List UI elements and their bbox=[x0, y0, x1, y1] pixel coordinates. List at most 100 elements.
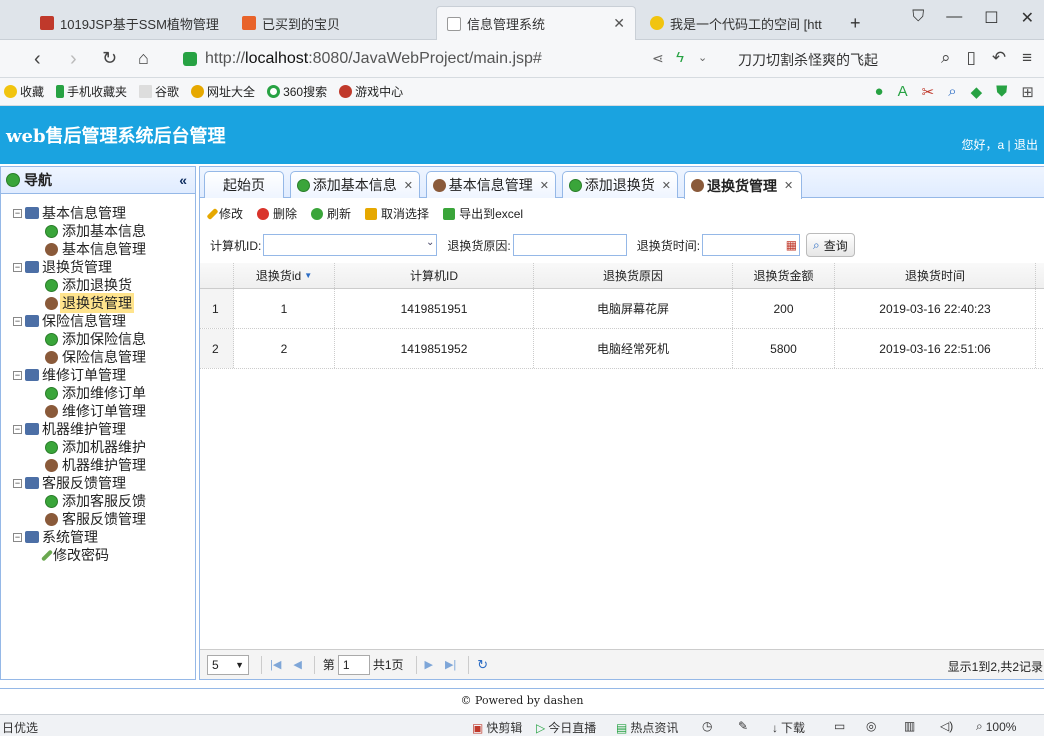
close-window-icon[interactable]: ✕ bbox=[1021, 8, 1034, 28]
sidebar-group[interactable]: − 客服反馈管理 bbox=[1, 474, 195, 492]
sidebar-item[interactable]: 保险信息管理 bbox=[1, 348, 195, 366]
sidebar-item[interactable]: 添加基本信息 bbox=[1, 222, 195, 240]
column-header-amount[interactable]: 退换货金额 bbox=[733, 263, 835, 288]
prev-page-icon[interactable]: ◀ bbox=[293, 658, 301, 671]
column-header-computer-id[interactable]: 计算机ID bbox=[335, 263, 534, 288]
window-icon[interactable]: ▭ bbox=[834, 719, 845, 733]
sidebar-item[interactable]: 添加客服反馈 bbox=[1, 492, 195, 510]
sidebar-group[interactable]: − 保险信息管理 bbox=[1, 312, 195, 330]
status-clip[interactable]: ▣ 快剪辑 bbox=[472, 719, 522, 736]
sidebar-group[interactable]: − 维修订单管理 bbox=[1, 366, 195, 384]
edit-button[interactable]: 修改 bbox=[206, 205, 243, 222]
maximize-icon[interactable]: ☐ bbox=[984, 8, 998, 28]
sidebar-item[interactable]: 维修订单管理 bbox=[1, 402, 195, 420]
chevron-down-icon[interactable]: ⌄ bbox=[698, 51, 707, 64]
magnifier-icon[interactable]: ⌕ bbox=[948, 83, 956, 101]
computer-id-select[interactable]: ⌄ bbox=[263, 234, 438, 256]
sidebar-item[interactable]: 添加维修订单 bbox=[1, 384, 195, 402]
collapse-icon[interactable]: « bbox=[179, 172, 187, 188]
logout-link[interactable]: 退出 bbox=[1014, 138, 1038, 152]
clock-icon[interactable]: ◷ bbox=[702, 719, 712, 733]
sidebar-item[interactable]: 修改密码 bbox=[1, 546, 195, 564]
status-left[interactable]: 日优选 bbox=[2, 719, 38, 736]
delete-button[interactable]: 删除 bbox=[257, 205, 297, 222]
sidebar-item[interactable]: 客服反馈管理 bbox=[1, 510, 195, 528]
next-page-icon[interactable]: ▶ bbox=[425, 658, 433, 671]
tab-home[interactable]: 起始页 bbox=[204, 171, 284, 198]
translate-icon[interactable]: A bbox=[898, 83, 908, 101]
bookmark-mobile[interactable]: 手机收藏夹 bbox=[56, 83, 127, 100]
sidebar-item[interactable]: 机器维护管理 bbox=[1, 456, 195, 474]
undo-icon[interactable]: ↶ bbox=[992, 48, 1006, 68]
volume-icon[interactable]: ◁) bbox=[940, 719, 953, 733]
collapse-toggle-icon[interactable]: − bbox=[13, 316, 22, 326]
bookmark-sites[interactable]: 网址大全 bbox=[191, 83, 255, 100]
game-icon[interactable]: ◆ bbox=[971, 83, 983, 101]
page-number-input[interactable]: 1 bbox=[337, 654, 370, 675]
browser-tab-4[interactable]: 我是一个代码工的空间 [htt bbox=[640, 6, 840, 40]
extension-icon[interactable]: ● bbox=[875, 83, 884, 101]
bookmark-360search[interactable]: 360搜索 bbox=[267, 83, 327, 100]
scissors-icon[interactable]: ✂ bbox=[922, 83, 935, 101]
export-excel-button[interactable]: 导出到excel bbox=[443, 205, 523, 222]
paint-icon[interactable]: ✎ bbox=[738, 719, 748, 733]
close-icon[interactable]: ✕ bbox=[540, 179, 549, 192]
tab-add-basic-info[interactable]: 添加基本信息 ✕ bbox=[290, 171, 420, 198]
sidebar-group[interactable]: − 退换货管理 bbox=[1, 258, 195, 276]
sidebar-item[interactable]: 添加退换货 bbox=[1, 276, 195, 294]
browser-icon[interactable]: ◎ bbox=[866, 719, 876, 733]
home-icon[interactable]: ⌂ bbox=[138, 48, 149, 69]
time-input[interactable]: ▦ bbox=[702, 234, 801, 256]
close-icon[interactable]: ✕ bbox=[404, 179, 413, 192]
collapse-toggle-icon[interactable]: − bbox=[13, 424, 22, 434]
minimize-icon[interactable]: — bbox=[946, 8, 962, 28]
collapse-toggle-icon[interactable]: − bbox=[13, 262, 22, 272]
unselect-button[interactable]: 取消选择 bbox=[365, 205, 429, 222]
sidebar-item[interactable]: 退换货管理 bbox=[1, 293, 195, 313]
shirt-icon[interactable]: ⛉ bbox=[912, 8, 924, 28]
page-size-select[interactable]: 5 ▼ bbox=[207, 654, 249, 675]
back-icon[interactable]: ‹ bbox=[34, 48, 41, 71]
close-icon[interactable]: ✕ bbox=[784, 179, 793, 192]
reload-icon[interactable]: ↻ bbox=[477, 657, 488, 673]
refresh-button[interactable]: 刷新 bbox=[311, 205, 351, 222]
calendar-icon[interactable]: ▦ bbox=[786, 238, 797, 252]
tab-return-management[interactable]: 退换货管理 ✕ bbox=[684, 171, 802, 199]
collapse-toggle-icon[interactable]: − bbox=[13, 208, 22, 218]
url-field[interactable]: http://localhost:8080/JavaWebProject/mai… bbox=[183, 46, 723, 72]
collapse-toggle-icon[interactable]: − bbox=[13, 532, 22, 542]
table-row[interactable]: 1 1 1419851951 电脑屏幕花屏 200 2019-03-16 22:… bbox=[200, 289, 1044, 329]
sidebar-item[interactable]: 添加机器维护 bbox=[1, 438, 195, 456]
browser-tab-1[interactable]: 1019JSP基于SSM植物管理 bbox=[30, 6, 230, 40]
sidebar-item[interactable]: 基本信息管理 bbox=[1, 240, 195, 258]
sidebar-group[interactable]: − 基本信息管理 bbox=[1, 204, 195, 222]
column-header-time[interactable]: 退换货时间 bbox=[835, 263, 1036, 288]
share-icon[interactable]: ⋖ bbox=[652, 50, 664, 67]
status-download[interactable]: ↓ 下载 bbox=[772, 719, 805, 736]
collapse-toggle-icon[interactable]: − bbox=[13, 370, 22, 380]
search-icon[interactable]: ⌕ bbox=[941, 48, 951, 68]
reason-input[interactable] bbox=[512, 234, 627, 256]
collapse-toggle-icon[interactable]: − bbox=[13, 478, 22, 488]
forward-icon[interactable]: › bbox=[70, 48, 77, 71]
bookmark-games[interactable]: 游戏中心 bbox=[339, 83, 403, 100]
boxes-icon[interactable]: ▥ bbox=[904, 719, 915, 733]
tab-add-return[interactable]: 添加退换货 ✕ bbox=[562, 171, 678, 198]
query-button[interactable]: ⌕ 查询 bbox=[806, 233, 855, 257]
menu-icon[interactable]: ≡ bbox=[1022, 48, 1032, 68]
table-row[interactable]: 2 2 1419851952 电脑经常死机 5800 2019-03-16 22… bbox=[200, 329, 1044, 369]
bookmark-favorites[interactable]: 收藏 bbox=[4, 83, 44, 100]
tab-basic-info-management[interactable]: 基本信息管理 ✕ bbox=[426, 171, 556, 198]
status-live[interactable]: ▷ 今日直播 bbox=[536, 719, 596, 736]
status-news[interactable]: ▤ 热点资讯 bbox=[616, 719, 678, 736]
lightning-icon[interactable]: ϟ bbox=[676, 49, 684, 66]
search-suggestion[interactable]: 刀刀切割杀怪爽的飞起 bbox=[738, 50, 878, 70]
sidebar-group[interactable]: − 机器维护管理 bbox=[1, 420, 195, 438]
shield-icon[interactable]: ⛊ bbox=[996, 83, 1007, 101]
phone-icon[interactable]: ▯ bbox=[966, 48, 975, 68]
browser-tab-2[interactable]: 已买到的宝贝 bbox=[232, 6, 432, 40]
close-tab-icon[interactable]: ✕ bbox=[613, 15, 625, 32]
sidebar-item[interactable]: 添加保险信息 bbox=[1, 330, 195, 348]
browser-tab-3[interactable]: 信息管理系统 ✕ bbox=[436, 6, 636, 40]
column-header-reason[interactable]: 退换货原因 bbox=[534, 263, 733, 288]
